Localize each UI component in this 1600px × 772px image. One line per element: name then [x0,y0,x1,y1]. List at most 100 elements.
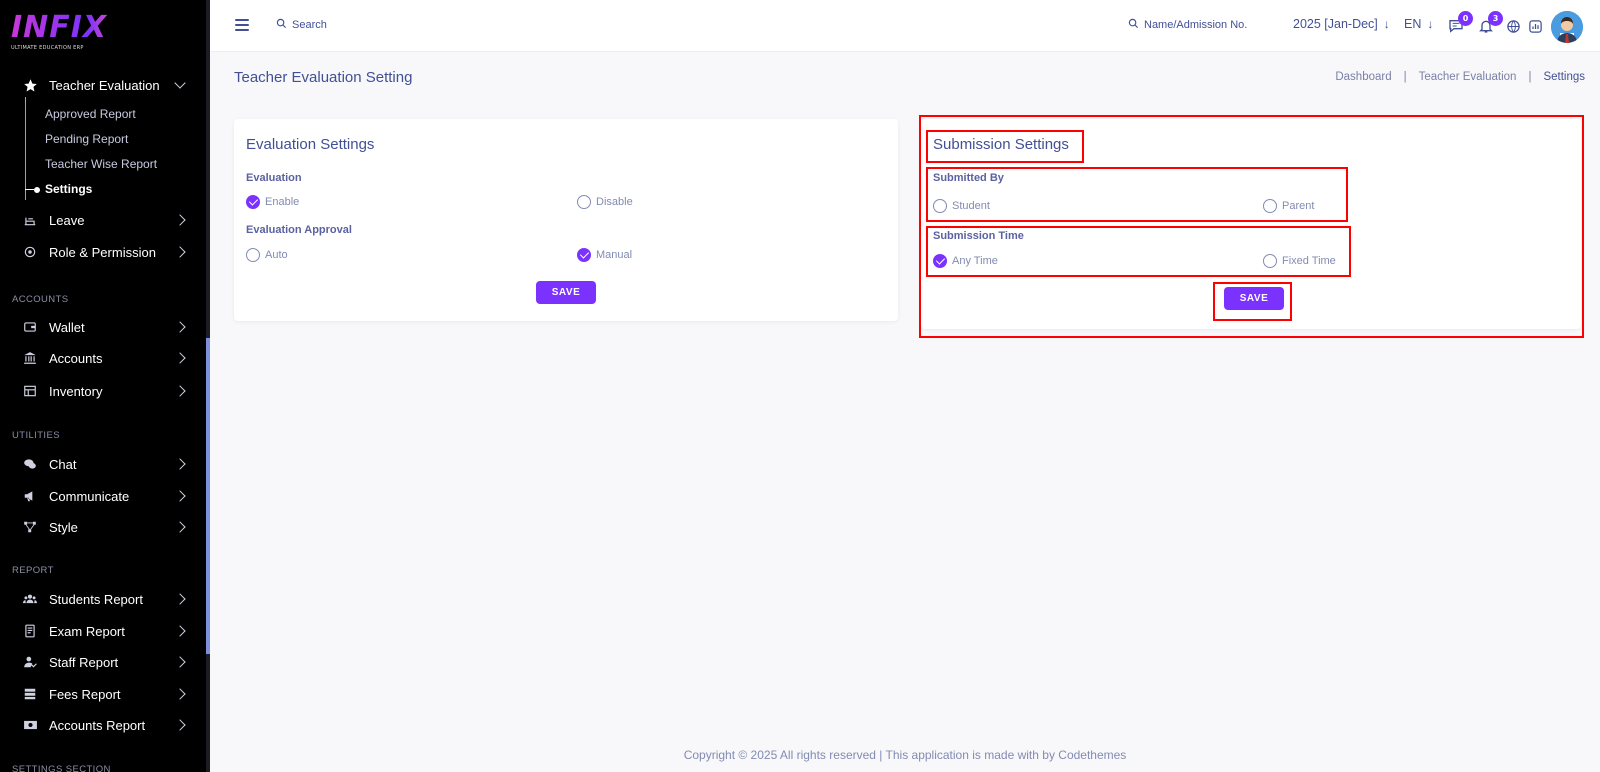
radio-unchecked-icon [246,248,260,262]
sidebar-scrollbar-thumb[interactable] [206,338,210,654]
approval-manual-radio[interactable]: Manual [577,248,632,262]
language-select[interactable]: EN ↓ [1404,17,1433,31]
radio-label: Disable [596,196,633,208]
sidebar-item-label: Style [49,519,78,535]
sidebar-item-communicate[interactable]: Communicate [0,482,206,510]
globe-icon[interactable] [1504,17,1522,35]
evaluation-settings-title: Evaluation Settings [246,136,375,153]
sidebar-item-accounts-report[interactable]: Accounts Report [0,711,206,739]
chevron-right-icon [174,625,186,637]
section-title-settings: SETTINGS SECTION [12,764,111,772]
notification-bell-icon[interactable]: 3 [1477,11,1503,35]
sidebar-item-chat[interactable]: Chat [0,450,206,478]
active-indicator-dot [34,187,40,193]
admission-search-placeholder: Name/Admission No. [1144,19,1248,31]
footer-copyright: Copyright © 2025 All rights reserved | T… [683,748,1127,762]
inventory-icon [22,383,38,399]
leave-icon [22,212,38,228]
sidebar-item-accounts[interactable]: Accounts [0,344,206,372]
chevron-right-icon [174,656,186,668]
sidebar-item-label: Role & Permission [49,244,156,260]
chevron-right-icon [174,458,186,470]
chevron-right-icon [174,593,186,605]
radio-label: Auto [265,249,288,261]
highlight-submission-time [926,226,1351,277]
evaluation-label: Evaluation [246,172,302,184]
section-title-accounts: ACCOUNTS [12,294,69,305]
admission-search-input[interactable]: Name/Admission No. [1128,18,1247,32]
section-title-report: REPORT [12,565,54,576]
sidebar-item-role-permission[interactable]: Role & Permission [0,238,206,266]
chevron-right-icon [174,321,186,333]
submenu-line [25,97,26,200]
notification-count-badge: 3 [1488,11,1503,26]
fees-icon [22,686,38,702]
language-value: EN [1404,17,1422,31]
user-avatar[interactable] [1551,11,1583,43]
money-icon [22,717,38,733]
chevron-right-icon [174,719,186,731]
arrow-down-icon: ↓ [1427,17,1434,31]
star-icon [22,77,38,93]
breadcrumb-settings[interactable]: Settings [1543,71,1585,83]
sidebar-sub-pending-report[interactable]: Pending Report [45,132,128,146]
sidebar-item-label: Fees Report [49,686,121,702]
sidebar-item-label: Staff Report [49,654,119,670]
sidebar-sub-approved-report[interactable]: Approved Report [45,107,136,121]
sidebar-item-label: Accounts Report [49,717,146,733]
search-placeholder: Search [292,19,327,31]
radio-checked-icon [577,248,591,262]
exam-icon [22,623,38,639]
analytics-icon[interactable] [1526,17,1544,35]
hamburger-menu-icon[interactable] [235,19,249,31]
sidebar-item-inventory[interactable]: Inventory [0,377,206,405]
radio-checked-icon [246,195,260,209]
top-header: Search Name/Admission No. 2025 [Jan-Dec]… [210,0,1600,52]
search-icon [276,18,287,32]
radio-label: Manual [596,249,633,261]
sidebar-item-leave[interactable]: Leave [0,206,206,234]
search-input[interactable]: Search [276,18,327,32]
chevron-right-icon [174,246,186,258]
megaphone-icon [22,488,38,504]
page-title: Teacher Evaluation Setting [234,69,413,86]
chat-icon [22,456,38,472]
chevron-down-icon [174,77,186,89]
sidebar-item-fees-report[interactable]: Fees Report [0,680,206,708]
breadcrumb-dashboard[interactable]: Dashboard [1335,71,1391,83]
bank-icon [22,350,38,366]
sidebar-sub-teacher-wise-report[interactable]: Teacher Wise Report [45,157,157,171]
chevron-right-icon [174,521,186,533]
active-indicator-line [25,189,34,190]
sidebar-item-teacher-evaluation[interactable]: Teacher Evaluation [0,71,206,99]
session-select[interactable]: 2025 [Jan-Dec] ↓ [1293,17,1390,31]
chevron-right-icon [174,214,186,226]
evaluation-settings-card: Evaluation Settings Evaluation Enable Di… [234,119,898,321]
sidebar-item-style[interactable]: Style [0,513,206,541]
evaluation-approval-label: Evaluation Approval [246,224,352,236]
sidebar-item-label: Wallet [49,319,85,335]
sidebar-item-label: Communicate [49,488,130,504]
sidebar-item-exam-report[interactable]: Exam Report [0,617,206,645]
sidebar-item-students-report[interactable]: Students Report [0,585,206,613]
chevron-right-icon [174,352,186,364]
evaluation-enable-radio[interactable]: Enable [246,195,299,209]
evaluation-save-button[interactable]: SAVE [536,281,596,304]
sidebar-item-staff-report[interactable]: Staff Report [0,648,206,676]
sidebar-item-wallet[interactable]: Wallet [0,313,206,341]
session-value: 2025 [Jan-Dec] [1293,17,1378,31]
messages-icon[interactable]: 0 [1447,11,1473,35]
staff-icon [22,654,38,670]
sidebar-item-label: Teacher Evaluation [49,77,160,93]
sidebar-sub-settings[interactable]: Settings [45,182,92,196]
breadcrumb-separator: | [1403,71,1407,83]
approval-auto-radio[interactable]: Auto [246,248,288,262]
evaluation-disable-radio[interactable]: Disable [577,195,633,209]
radio-label: Enable [265,196,300,208]
sidebar-item-label: Students Report [49,591,143,607]
chevron-right-icon [174,385,186,397]
sidebar-item-label: Inventory [49,383,103,399]
sidebar-item-label: Chat [49,456,77,472]
breadcrumb-teacher-evaluation[interactable]: Teacher Evaluation [1419,71,1517,83]
app-logo[interactable]: INFIX ULTIMATE EDUCATION ERP [11,12,121,56]
